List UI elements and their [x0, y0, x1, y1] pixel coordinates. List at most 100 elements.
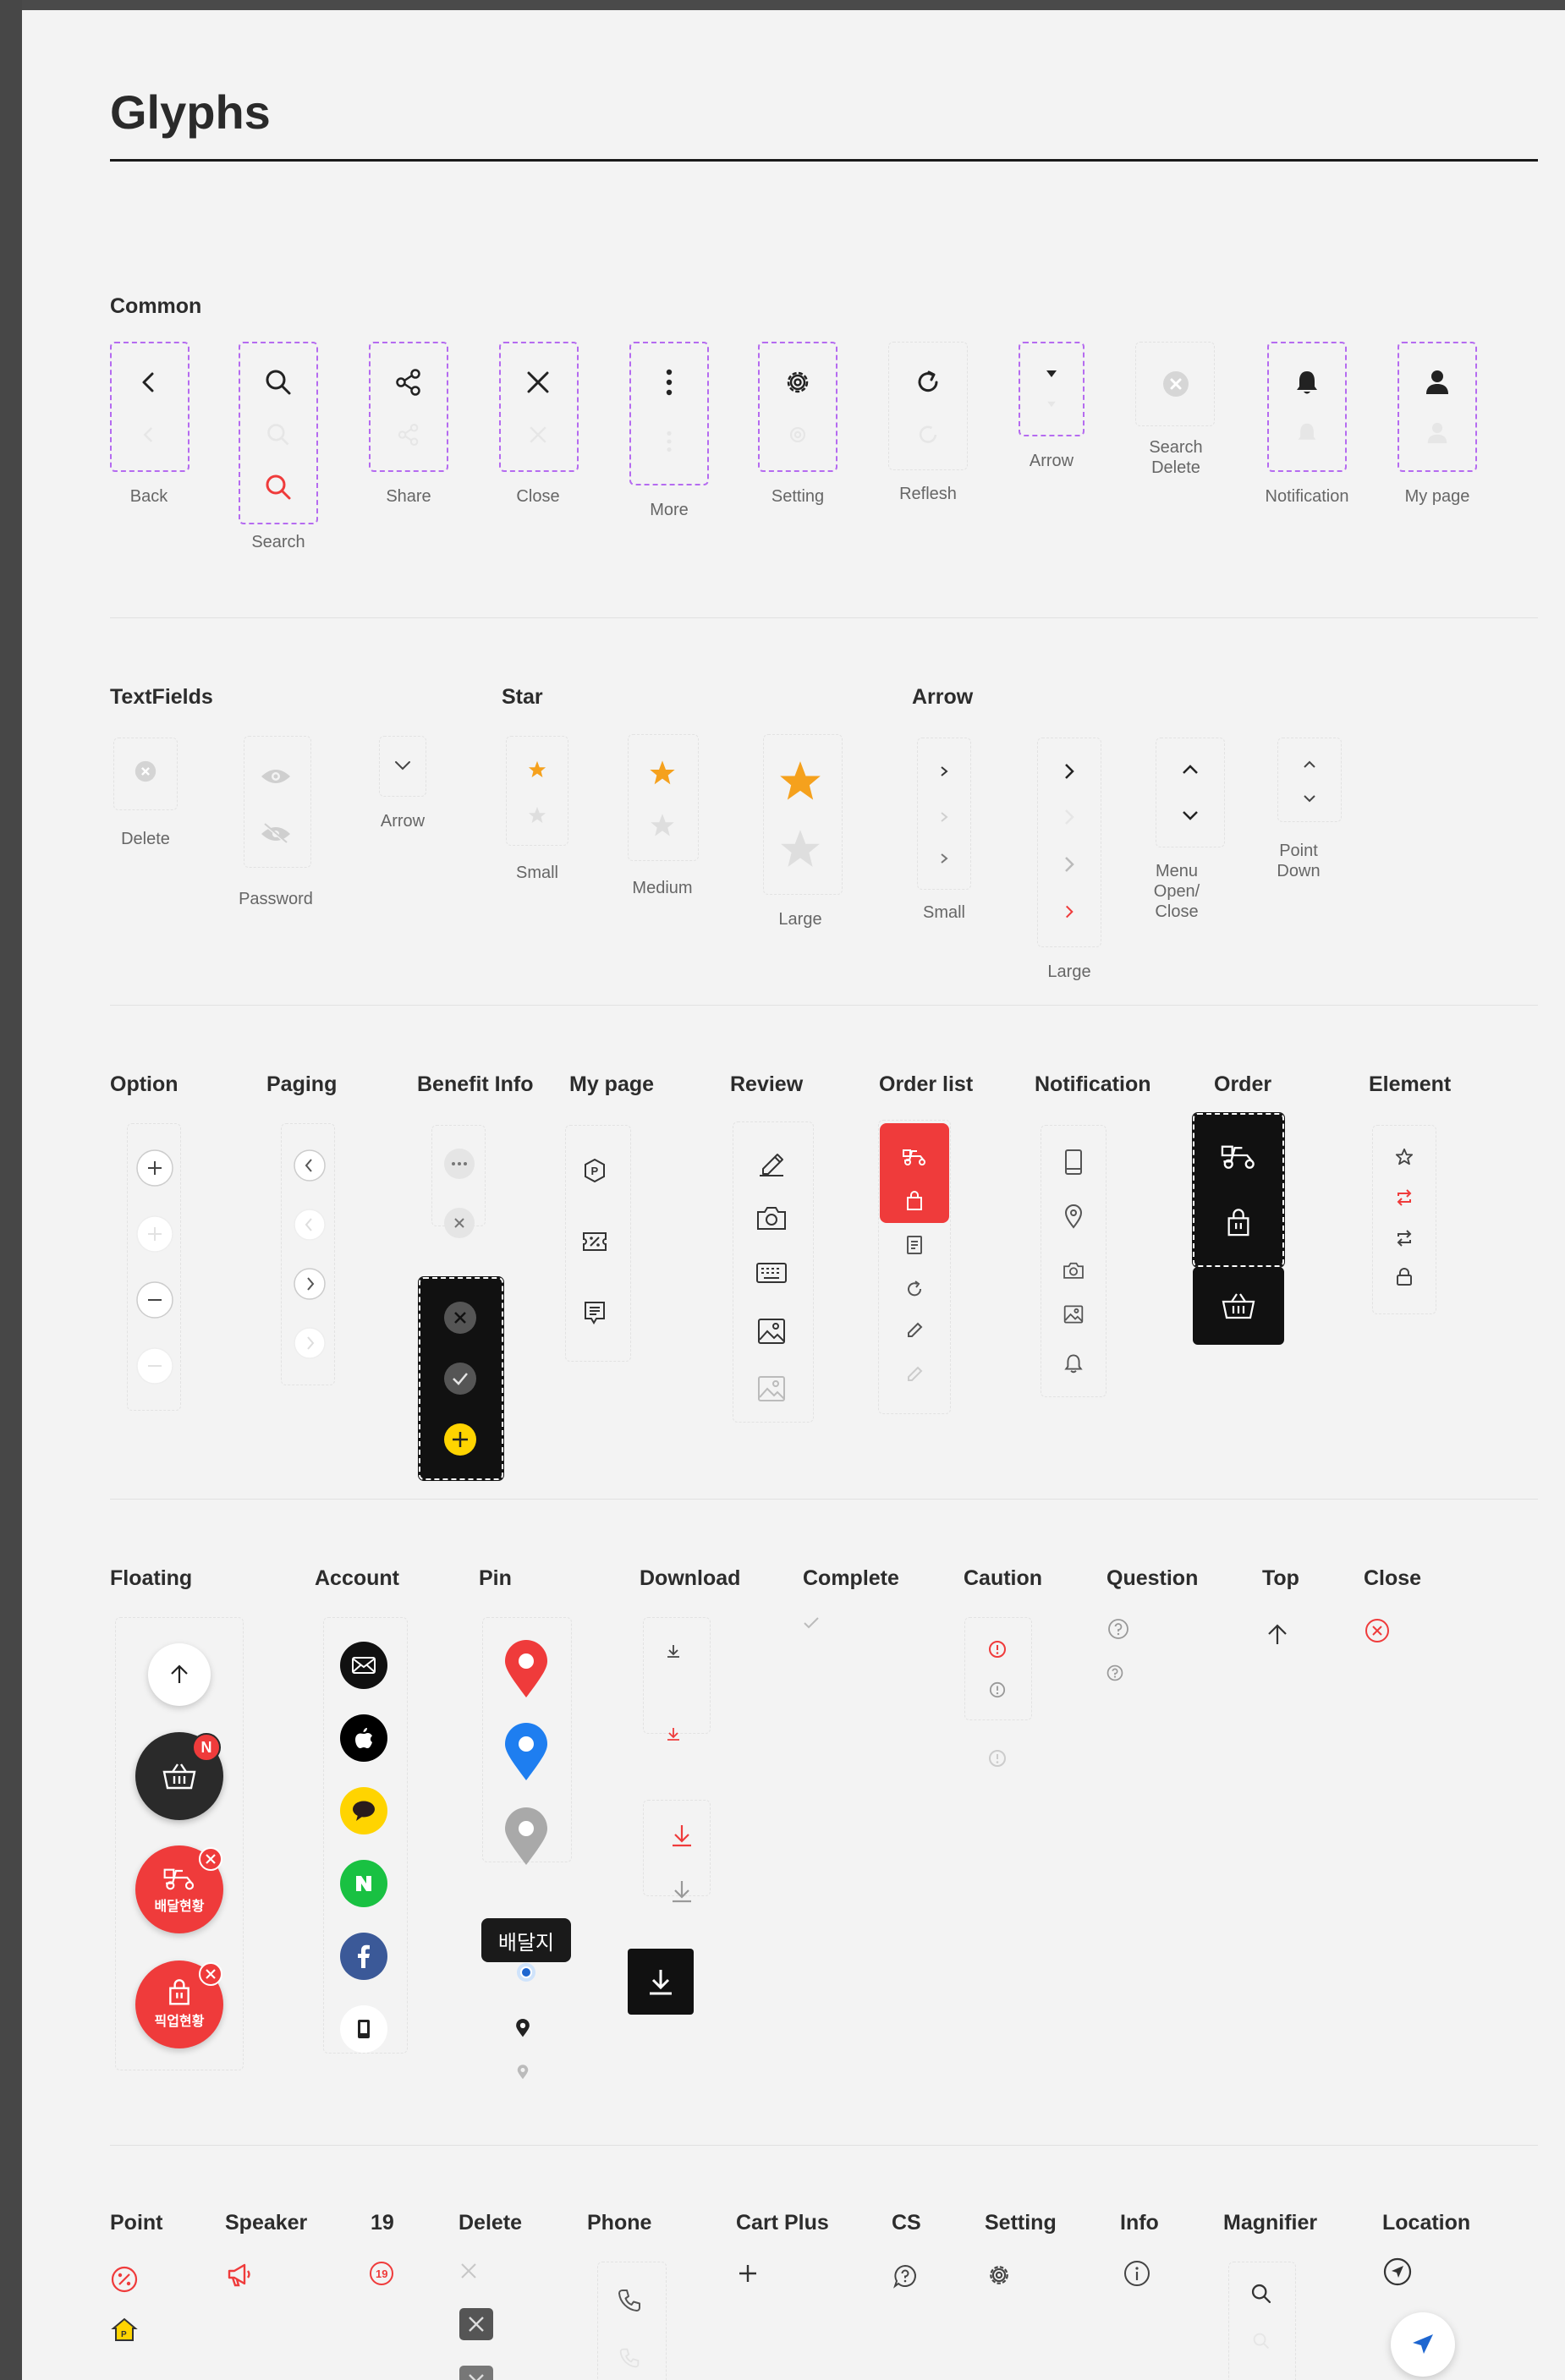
chevron-up-small-icon[interactable]: [1303, 760, 1316, 769]
paging-prev-icon[interactable]: [294, 1149, 326, 1182]
repeat-icon[interactable]: [1395, 1229, 1414, 1248]
search-icon[interactable]: [264, 368, 293, 397]
close-circle-red-icon[interactable]: [1365, 1618, 1390, 1643]
question-circle-icon[interactable]: [1107, 1618, 1129, 1640]
pencil-small-icon-disabled: [905, 1364, 924, 1383]
repeat-red-icon[interactable]: [1395, 1188, 1414, 1207]
facebook-login-icon[interactable]: [340, 1933, 387, 1980]
section-option: Option: [110, 1072, 178, 1096]
more-icon[interactable]: [665, 369, 673, 396]
review-list-icon[interactable]: [582, 1300, 607, 1325]
camera-small-icon[interactable]: [1063, 1261, 1085, 1280]
clear-circle-icon[interactable]: [135, 760, 156, 782]
shopping-bag-icon[interactable]: [1225, 1209, 1252, 1237]
magnifier-icon[interactable]: [1250, 2283, 1272, 2305]
refresh-icon[interactable]: [914, 368, 942, 397]
pencil-icon[interactable]: [756, 1147, 787, 1177]
paging-next-icon[interactable]: [294, 1268, 326, 1300]
close-circle-dark-icon[interactable]: [443, 1301, 477, 1335]
pencil-small-icon[interactable]: [905, 1320, 924, 1339]
star-outline-icon[interactable]: [1395, 1148, 1414, 1166]
map-pin-blue-icon[interactable]: [502, 1723, 550, 1782]
chevron-up-icon[interactable]: [1182, 765, 1199, 775]
delete-square-icon[interactable]: [459, 2307, 494, 2341]
section-info: Info: [1120, 2211, 1159, 2235]
close-badge-icon[interactable]: [198, 1961, 223, 1987]
download-icon-red[interactable]: [666, 1726, 681, 1741]
kakao-login-icon[interactable]: [340, 1787, 387, 1834]
chevron-right-icon-active[interactable]: [1064, 904, 1074, 919]
password-label: Password: [239, 890, 313, 908]
clear-circle-icon[interactable]: [1162, 370, 1189, 398]
basket-icon[interactable]: [1222, 1291, 1255, 1320]
bell-outline-icon[interactable]: [1064, 1352, 1083, 1374]
current-location-dot-icon: [515, 1961, 537, 1983]
page-title: Glyphs: [110, 85, 271, 139]
image-small-icon[interactable]: [1063, 1305, 1084, 1324]
point-p-icon[interactable]: P: [581, 1157, 608, 1184]
close-badge-icon[interactable]: [198, 1846, 223, 1872]
back-icon[interactable]: [136, 370, 162, 395]
email-login-icon[interactable]: [340, 1642, 387, 1689]
map-pin-gray-icon[interactable]: [502, 1807, 550, 1867]
close-circle-icon[interactable]: [443, 1207, 475, 1239]
phone-login-icon[interactable]: [340, 2005, 387, 2053]
scooter-icon[interactable]: [902, 1146, 927, 1166]
cs-chat-icon[interactable]: [892, 2263, 918, 2289]
plus-icon[interactable]: [738, 2263, 758, 2284]
keyboard-icon[interactable]: [755, 1261, 788, 1286]
person-icon[interactable]: [1425, 369, 1450, 396]
search-icon-active[interactable]: [264, 473, 293, 502]
my-location-fab[interactable]: [1391, 2312, 1455, 2377]
plus-circle-icon[interactable]: [136, 1149, 173, 1187]
age-19-text: 19: [376, 2268, 387, 2280]
chevron-right-icon[interactable]: [1063, 762, 1075, 781]
question-circle-small-icon[interactable]: [1106, 1664, 1123, 1681]
delivery-address-tooltip: 배달지: [481, 1918, 571, 1962]
phone-device-icon[interactable]: [1064, 1149, 1083, 1176]
check-circle-icon[interactable]: [443, 1362, 477, 1396]
plus-circle-yellow-icon[interactable]: [443, 1423, 477, 1456]
ellipsis-circle-icon[interactable]: [443, 1148, 475, 1180]
refresh-small-icon[interactable]: [905, 1280, 924, 1298]
navigation-circle-icon[interactable]: [1383, 2257, 1412, 2286]
close-icon[interactable]: [525, 370, 551, 395]
delete-square-icon[interactable]: [459, 2365, 494, 2380]
scroll-top-fab[interactable]: [148, 1643, 211, 1706]
download-large-icon-red[interactable]: [670, 1823, 694, 1847]
section-phone: Phone: [587, 2211, 652, 2235]
caret-down-icon[interactable]: [1046, 370, 1057, 378]
star-small-label: Small: [515, 864, 559, 882]
location-pin-outline-icon[interactable]: [1063, 1204, 1084, 1229]
phone-icon[interactable]: [617, 2288, 642, 2313]
gear-icon[interactable]: [783, 368, 812, 397]
lock-icon[interactable]: [1396, 1268, 1413, 1286]
point-down-label: Point Down: [1277, 842, 1321, 880]
person-icon-disabled: [1426, 421, 1448, 445]
map-pin-red-icon[interactable]: [502, 1640, 550, 1699]
delete-x-icon[interactable]: [459, 2262, 478, 2280]
info-circle-icon[interactable]: [1123, 2260, 1150, 2287]
shopping-bag-icon[interactable]: [905, 1191, 924, 1211]
apple-login-icon[interactable]: [340, 1714, 387, 1762]
image-icon[interactable]: [757, 1318, 786, 1345]
minus-circle-icon[interactable]: [136, 1281, 173, 1319]
download-large-icon-gray[interactable]: [670, 1879, 694, 1903]
eye-icon[interactable]: [260, 766, 292, 787]
download-icon[interactable]: [666, 1643, 681, 1659]
scooter-icon[interactable]: [1220, 1140, 1257, 1171]
chevron-down-small-icon[interactable]: [1303, 794, 1316, 803]
gear-icon[interactable]: [986, 2262, 1012, 2288]
share-icon[interactable]: [394, 368, 423, 397]
eye-off-icon[interactable]: [260, 822, 292, 846]
camera-icon[interactable]: [755, 1204, 788, 1231]
chevron-right-icon[interactable]: [940, 765, 948, 777]
setting-label: Setting: [771, 487, 825, 506]
naver-login-icon[interactable]: [340, 1860, 387, 1907]
chevron-down-icon[interactable]: [394, 760, 411, 770]
receipt-icon[interactable]: [906, 1235, 923, 1255]
chevron-down-icon[interactable]: [1182, 810, 1199, 820]
arrow-up-icon[interactable]: [1266, 1622, 1289, 1646]
coupon-icon[interactable]: [581, 1230, 608, 1253]
bell-icon[interactable]: [1294, 369, 1320, 396]
